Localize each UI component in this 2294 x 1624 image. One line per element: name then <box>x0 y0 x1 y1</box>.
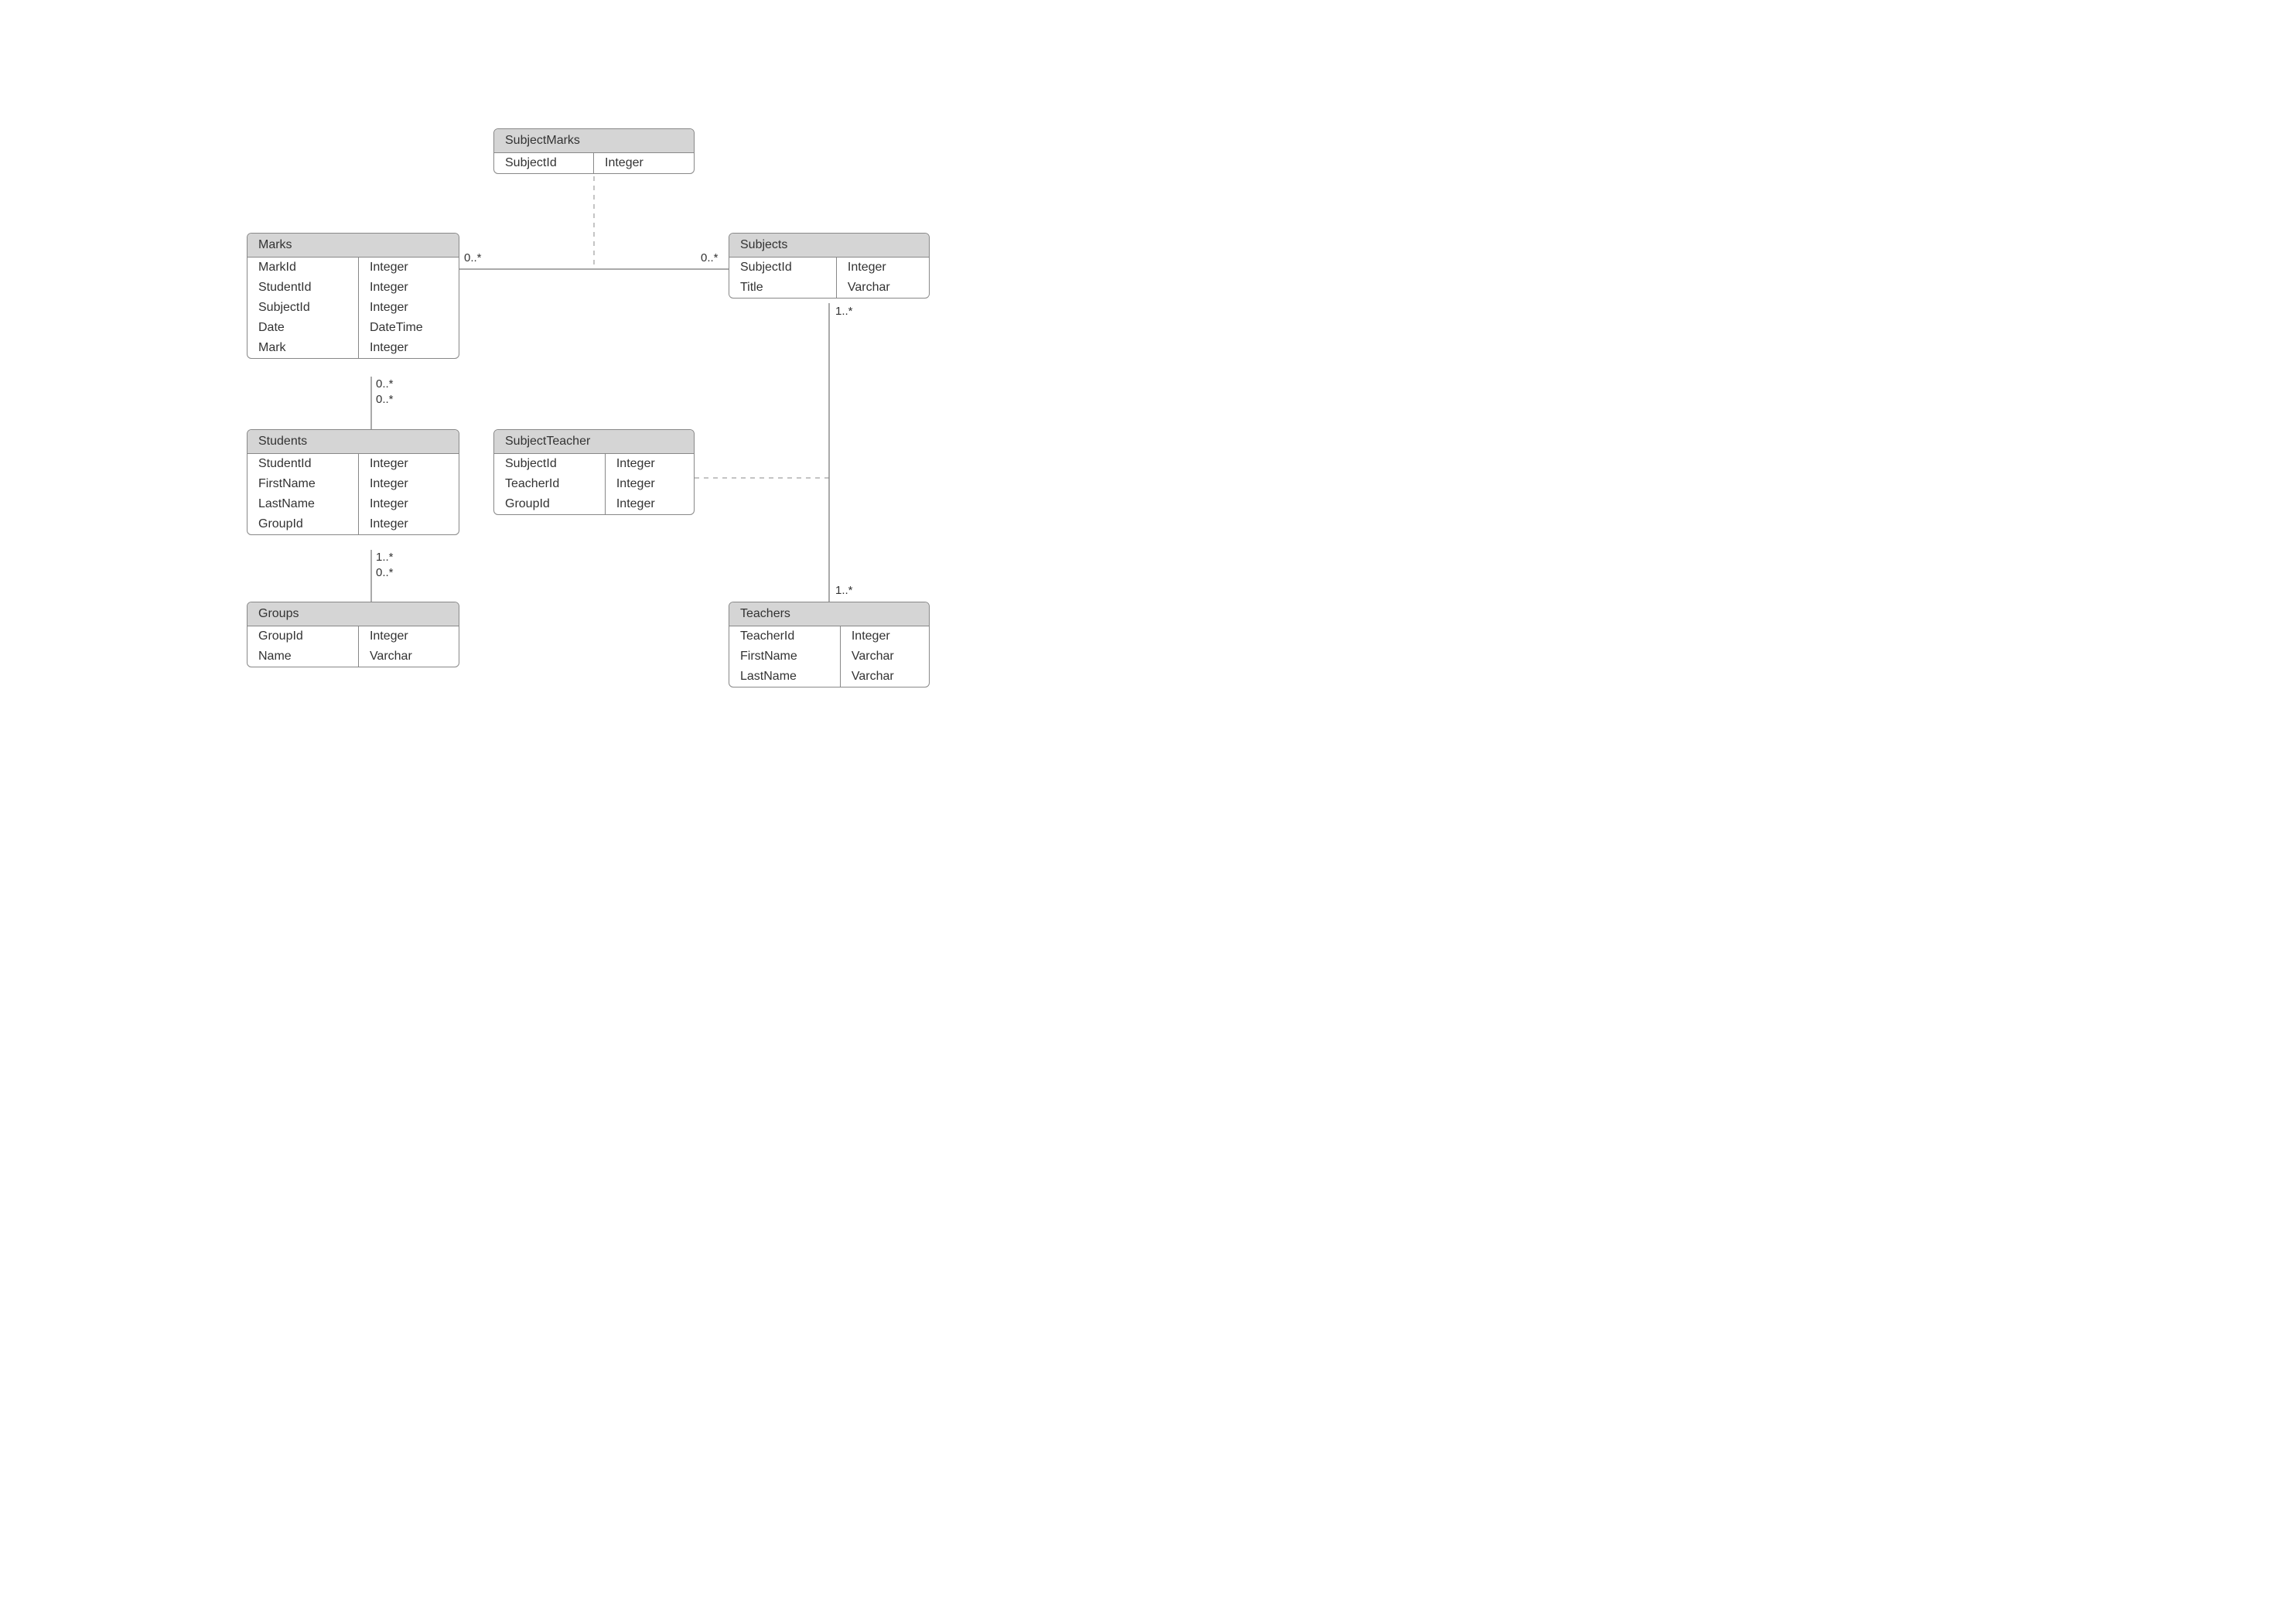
field-type: Integer <box>841 626 929 647</box>
field-type: Integer <box>359 278 459 298</box>
entity-subjects[interactable]: SubjectsSubjectIdIntegerTitleVarchar <box>729 233 930 299</box>
field-name: GroupId <box>247 626 359 647</box>
entity-field-row: NameVarchar <box>247 647 459 667</box>
entity-field-row: LastNameVarchar <box>729 667 929 687</box>
entity-field-row: TeacherIdInteger <box>494 474 694 494</box>
entity-field-row: StudentIdInteger <box>247 278 459 298</box>
field-type: Varchar <box>841 647 929 667</box>
connector-layer <box>0 0 1147 812</box>
entity-field-row: FirstNameInteger <box>247 474 459 494</box>
entity-teachers[interactable]: TeachersTeacherIdIntegerFirstNameVarchar… <box>729 602 930 687</box>
field-name: SubjectId <box>729 258 837 278</box>
field-name: SubjectId <box>247 298 359 318</box>
field-name: Date <box>247 318 359 338</box>
field-name: TeacherId <box>494 474 606 494</box>
entity-field-row: GroupIdInteger <box>494 494 694 514</box>
field-type: Integer <box>359 494 459 514</box>
field-type: DateTime <box>359 318 459 338</box>
field-name: FirstName <box>247 474 359 494</box>
field-name: Mark <box>247 338 359 358</box>
entity-subjectteacher[interactable]: SubjectTeacherSubjectIdIntegerTeacherIdI… <box>493 429 695 515</box>
entity-field-row: TitleVarchar <box>729 278 929 298</box>
entity-title: SubjectMarks <box>494 129 694 153</box>
field-name: TeacherId <box>729 626 841 647</box>
field-name: GroupId <box>494 494 606 514</box>
field-type: Integer <box>594 153 694 173</box>
field-name: MarkId <box>247 258 359 278</box>
mult-marks-to-subjects-left: 0..* <box>464 251 482 264</box>
entity-field-row: GroupIdInteger <box>247 626 459 647</box>
entity-title: Students <box>247 430 459 454</box>
field-name: SubjectId <box>494 454 606 474</box>
field-type: Integer <box>359 474 459 494</box>
mult-students-to-groups-bot: 0..* <box>376 566 394 579</box>
field-name: GroupId <box>247 514 359 534</box>
entity-field-row: FirstNameVarchar <box>729 647 929 667</box>
entity-field-row: GroupIdInteger <box>247 514 459 534</box>
entity-students[interactable]: StudentsStudentIdIntegerFirstNameInteger… <box>247 429 459 535</box>
entity-title: SubjectTeacher <box>494 430 694 454</box>
field-type: Varchar <box>359 647 459 667</box>
field-name: Name <box>247 647 359 667</box>
entity-subjectmarks[interactable]: SubjectMarksSubjectIdInteger <box>493 128 695 174</box>
field-name: SubjectId <box>494 153 594 173</box>
field-type: Integer <box>359 338 459 358</box>
mult-marks-to-students-bot: 0..* <box>376 393 394 406</box>
entity-title: Groups <box>247 602 459 626</box>
field-type: Integer <box>359 298 459 318</box>
entity-field-row: MarkIdInteger <box>247 258 459 278</box>
mult-subjects-to-teachers-top: 1..* <box>835 305 853 318</box>
entity-field-row: SubjectIdInteger <box>494 454 694 474</box>
entity-field-row: TeacherIdInteger <box>729 626 929 647</box>
entity-field-row: SubjectIdInteger <box>729 258 929 278</box>
field-type: Integer <box>359 454 459 474</box>
entity-field-row: DateDateTime <box>247 318 459 338</box>
entity-title: Teachers <box>729 602 929 626</box>
field-type: Integer <box>606 474 694 494</box>
er-diagram-canvas: 0..* 0..* 0..* 0..* 1..* 0..* 1..* 1..* … <box>0 0 1147 812</box>
mult-marks-to-students-top: 0..* <box>376 377 394 391</box>
field-type: Integer <box>606 454 694 474</box>
entity-field-row: MarkInteger <box>247 338 459 358</box>
field-type: Integer <box>837 258 929 278</box>
field-name: StudentId <box>247 454 359 474</box>
field-type: Integer <box>359 626 459 647</box>
field-type: Integer <box>359 258 459 278</box>
field-type: Varchar <box>841 667 929 687</box>
field-type: Integer <box>359 514 459 534</box>
field-name: FirstName <box>729 647 841 667</box>
field-name: Title <box>729 278 837 298</box>
mult-marks-to-subjects-right: 0..* <box>701 251 719 264</box>
entity-title: Marks <box>247 234 459 258</box>
mult-students-to-groups-top: 1..* <box>376 551 394 564</box>
entity-title: Subjects <box>729 234 929 258</box>
field-type: Integer <box>606 494 694 514</box>
field-name: LastName <box>729 667 841 687</box>
entity-groups[interactable]: GroupsGroupIdIntegerNameVarchar <box>247 602 459 667</box>
entity-field-row: LastNameInteger <box>247 494 459 514</box>
entity-field-row: StudentIdInteger <box>247 454 459 474</box>
entity-field-row: SubjectIdInteger <box>494 153 694 173</box>
field-type: Varchar <box>837 278 929 298</box>
field-name: StudentId <box>247 278 359 298</box>
mult-subjects-to-teachers-bot: 1..* <box>835 584 853 597</box>
entity-marks[interactable]: MarksMarkIdIntegerStudentIdIntegerSubjec… <box>247 233 459 359</box>
entity-field-row: SubjectIdInteger <box>247 298 459 318</box>
field-name: LastName <box>247 494 359 514</box>
